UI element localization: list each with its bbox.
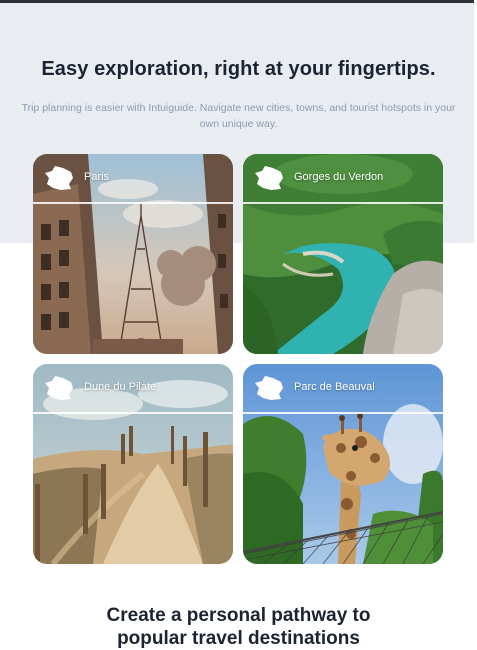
card-title-row: Gorges du Verdon xyxy=(243,154,443,204)
hero-title: Easy exploration, right at your fingerti… xyxy=(41,58,436,80)
card-title-row: Parc de Beauval xyxy=(243,364,443,414)
destination-name: Gorges du Verdon xyxy=(294,171,384,183)
france-map-icon xyxy=(45,166,73,190)
section-title-line2: popular travel destinations xyxy=(117,628,360,649)
france-map-icon xyxy=(45,376,73,400)
section-title: Create a personal pathway to popular tra… xyxy=(0,604,477,650)
destination-card-dune-du-pilate[interactable]: Dune du Pilate xyxy=(33,364,233,564)
hero-subtitle: Trip planning is easier with Intuiguide.… xyxy=(21,102,456,130)
section-title-line1: Create a personal pathway to xyxy=(106,605,371,626)
destination-name: Parc de Beauval xyxy=(294,381,375,393)
france-map-icon xyxy=(255,166,283,190)
destination-card-paris[interactable]: Paris xyxy=(33,154,233,354)
card-title-row: Paris xyxy=(33,154,233,204)
destination-name: Dune du Pilate xyxy=(84,381,157,393)
card-title-row: Dune du Pilate xyxy=(33,364,233,414)
destination-card-parc-de-beauval[interactable]: Parc de Beauval xyxy=(243,364,443,564)
destination-card-gorges-du-verdon[interactable]: Gorges du Verdon xyxy=(243,154,443,354)
france-map-icon xyxy=(255,376,283,400)
destination-name: Paris xyxy=(84,171,110,183)
